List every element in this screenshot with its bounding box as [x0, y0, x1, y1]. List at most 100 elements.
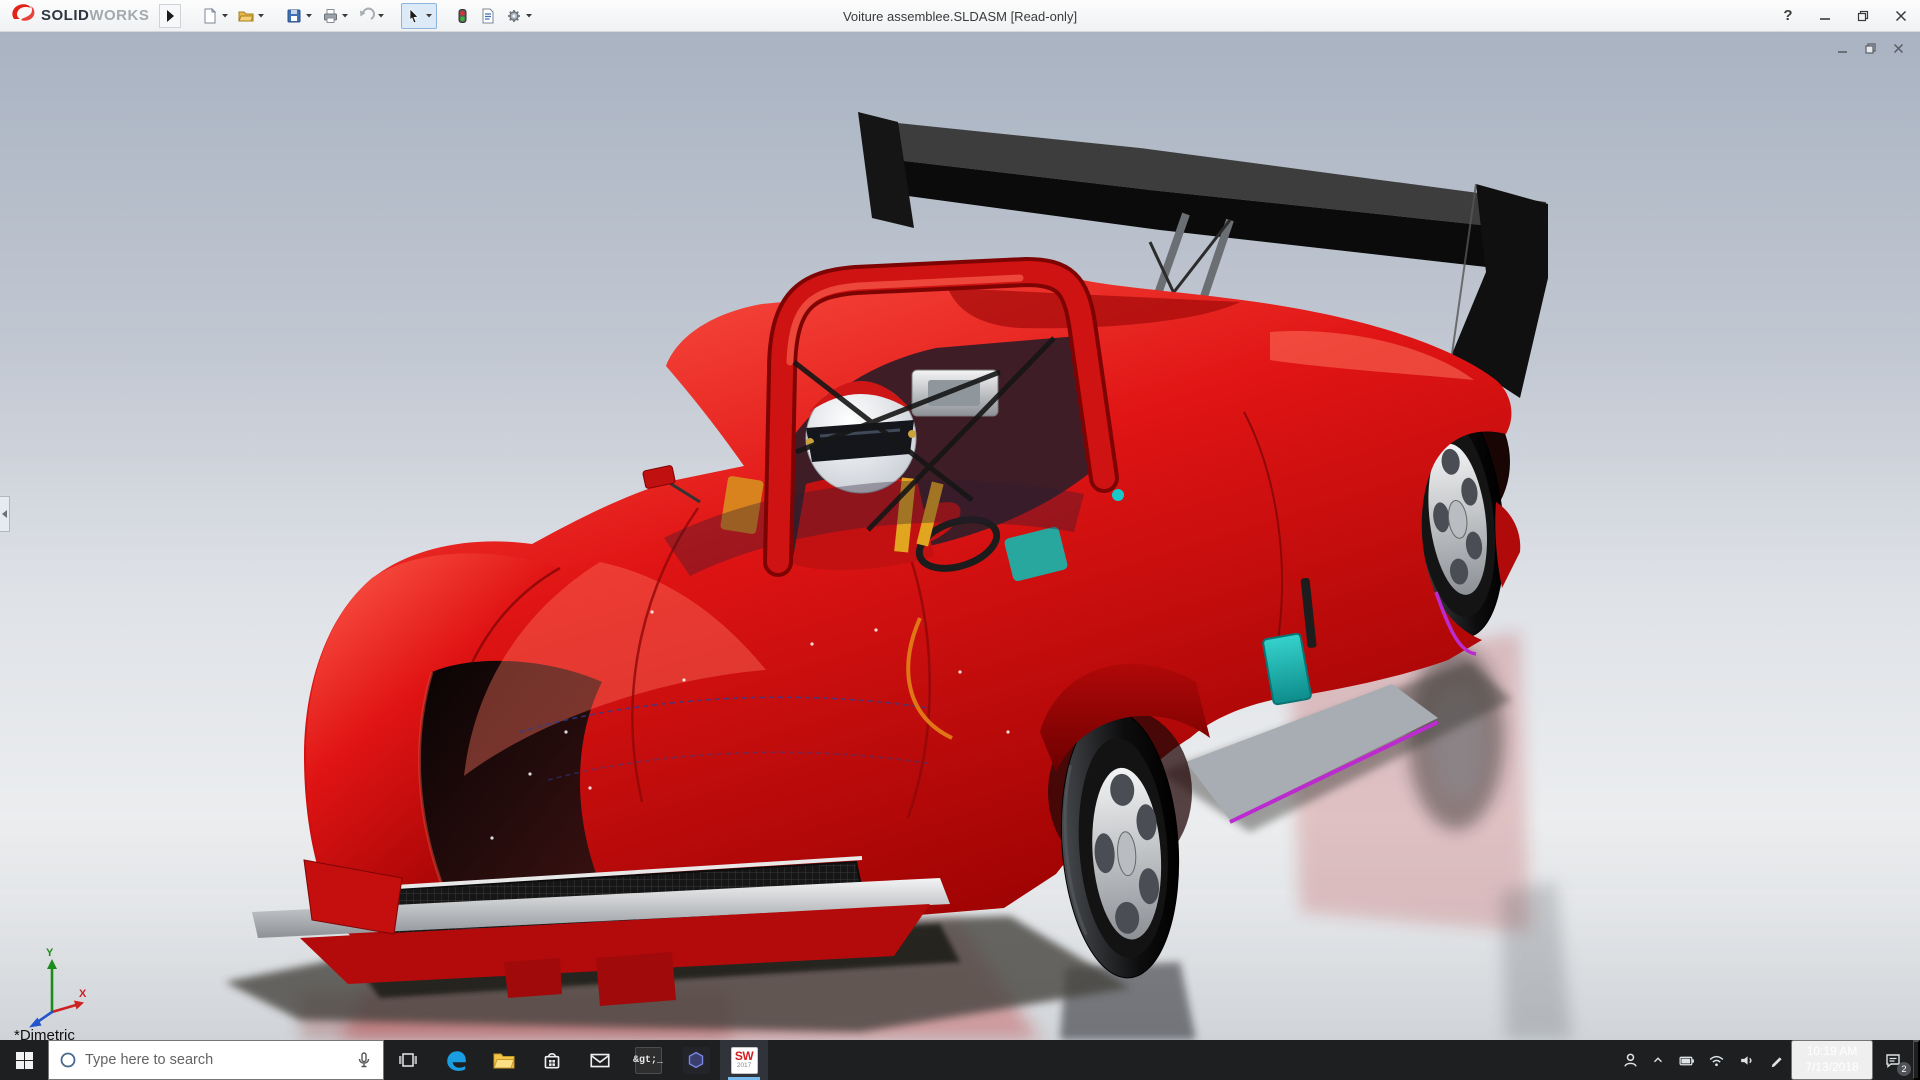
print-icon [324, 8, 338, 23]
speaker-icon [1740, 1055, 1752, 1065]
solidworks-window: SOLIDWORKS Voiture assemblee.SLDASM [Rea… [0, 0, 1920, 1080]
volume-button[interactable] [1731, 1040, 1761, 1080]
start-button[interactable] [0, 1040, 48, 1080]
new-document-icon [204, 7, 217, 23]
graphics-area[interactable]: Y X *Dimetric [0, 32, 1920, 1040]
mail-icon [590, 1053, 610, 1068]
show-desktop-button[interactable] [1913, 1040, 1920, 1080]
taskbar-clock[interactable]: 10:19 AM 7/13/2018 [1791, 1040, 1873, 1080]
close-icon [1895, 10, 1907, 21]
feature-panel-collapse-tab[interactable] [0, 495, 10, 532]
people-button[interactable] [1615, 1040, 1645, 1080]
clock-date: 7/13/2018 [1805, 1060, 1859, 1074]
wifi-icon [1709, 1055, 1723, 1066]
file-explorer-button[interactable] [480, 1040, 528, 1080]
solidworks-taskbar-button[interactable]: SW 2017 [720, 1040, 768, 1080]
dropdown-caret-icon [426, 14, 433, 18]
hexagon-app-button[interactable] [672, 1040, 720, 1080]
flyout-arrow-icon [166, 9, 174, 22]
search-input[interactable] [85, 1052, 347, 1068]
window-controls: ? [1770, 0, 1920, 32]
microphone-icon[interactable] [355, 1051, 373, 1069]
brand-works: WORKS [89, 6, 150, 24]
select-cursor-icon [409, 7, 420, 23]
battery-button[interactable] [1671, 1040, 1701, 1080]
doc-restore-button[interactable] [1860, 39, 1880, 57]
pen-button[interactable] [1761, 1040, 1791, 1080]
file-properties-button[interactable] [475, 3, 501, 29]
collapse-arrow-icon [2, 509, 7, 518]
chevron-up-icon [1654, 1057, 1662, 1063]
undo-button[interactable] [353, 3, 389, 29]
notification-badge: 2 [1897, 1062, 1911, 1076]
menu-flyout-arrow[interactable] [159, 3, 182, 28]
rebuild-button[interactable] [449, 3, 475, 29]
dropdown-caret-icon [342, 14, 349, 18]
system-tray: 10:19 AM 7/13/2018 2 [1615, 1040, 1920, 1080]
doc-close-button[interactable] [1888, 39, 1908, 57]
window-title: Voiture assemblee.SLDASM [Read-only] [842, 8, 1078, 24]
x-axis-label: X [79, 988, 87, 1000]
dropdown-caret-icon [526, 14, 533, 18]
open-button[interactable] [233, 3, 269, 29]
solidworks-app-icon: SW 2017 [730, 1046, 758, 1074]
select-tool-button[interactable] [401, 2, 438, 29]
store-button[interactable] [528, 1040, 576, 1080]
new-document-button[interactable] [197, 3, 233, 29]
doc-close-icon [1893, 43, 1903, 53]
undo-icon [360, 7, 376, 20]
mail-button[interactable] [576, 1040, 624, 1080]
network-button[interactable] [1701, 1040, 1731, 1080]
splitter-support [504, 958, 562, 998]
minimize-icon [1820, 17, 1830, 20]
hidden-icons-button[interactable] [1645, 1040, 1671, 1080]
save-button[interactable] [281, 3, 317, 29]
cyan-fitting [1112, 489, 1124, 501]
people-icon [1623, 1053, 1637, 1067]
titlebar: SOLIDWORKS Voiture assemblee.SLDASM [Rea… [0, 0, 1920, 32]
edge-browser-button[interactable] [432, 1040, 480, 1080]
doc-minimize-button[interactable] [1832, 39, 1852, 57]
print-button[interactable] [317, 3, 353, 29]
task-view-button[interactable] [384, 1040, 432, 1080]
command-prompt-icon: &gt;_ [633, 1046, 663, 1074]
clock-time: 10:19 AM [1806, 1044, 1858, 1059]
store-bag-icon [544, 1053, 560, 1069]
taskbar-search[interactable] [48, 1040, 384, 1080]
open-folder-icon [238, 11, 255, 21]
orientation-triad: Y X [29, 947, 87, 1028]
y-axis-arrow [47, 959, 57, 969]
doc-restore-icon [1864, 42, 1876, 54]
edge-icon [446, 1050, 466, 1071]
cortana-circle-icon [60, 1052, 76, 1068]
ds-logo-icon [10, 3, 36, 28]
pen-icon [1771, 1056, 1782, 1067]
task-view-icon [399, 1053, 417, 1067]
restore-button[interactable] [1844, 1, 1882, 31]
options-button[interactable] [501, 3, 537, 29]
save-floppy-icon [287, 9, 301, 22]
brand-solid: SOLID [41, 6, 90, 24]
windows-taskbar: &gt;_ SW 2017 [0, 1040, 1920, 1080]
file-properties-icon [482, 8, 494, 23]
dropdown-caret-icon [222, 14, 229, 18]
command-prompt-button[interactable]: &gt;_ [624, 1040, 672, 1080]
help-button[interactable]: ? [1770, 1, 1806, 31]
dropdown-caret-icon [258, 14, 265, 18]
close-button[interactable] [1882, 1, 1920, 31]
action-center-button[interactable]: 2 [1873, 1040, 1913, 1080]
x-axis-arrow [74, 1000, 84, 1010]
minimize-button[interactable] [1806, 1, 1844, 31]
model-scene[interactable] [0, 32, 1920, 1040]
file-explorer-icon [493, 1053, 515, 1069]
brand-text: SOLIDWORKS [41, 7, 149, 25]
options-gear-icon [508, 9, 521, 22]
solidworks-logo: SOLIDWORKS [0, 3, 155, 28]
hexagon-app-icon [682, 1046, 710, 1074]
document-window-controls [1832, 39, 1908, 57]
restore-icon [1857, 10, 1869, 21]
view-orientation-label: *Dimetric [14, 1027, 75, 1040]
doc-minimize-icon [1837, 50, 1847, 53]
quick-toolbar [197, 2, 537, 29]
battery-icon [1678, 1056, 1694, 1065]
